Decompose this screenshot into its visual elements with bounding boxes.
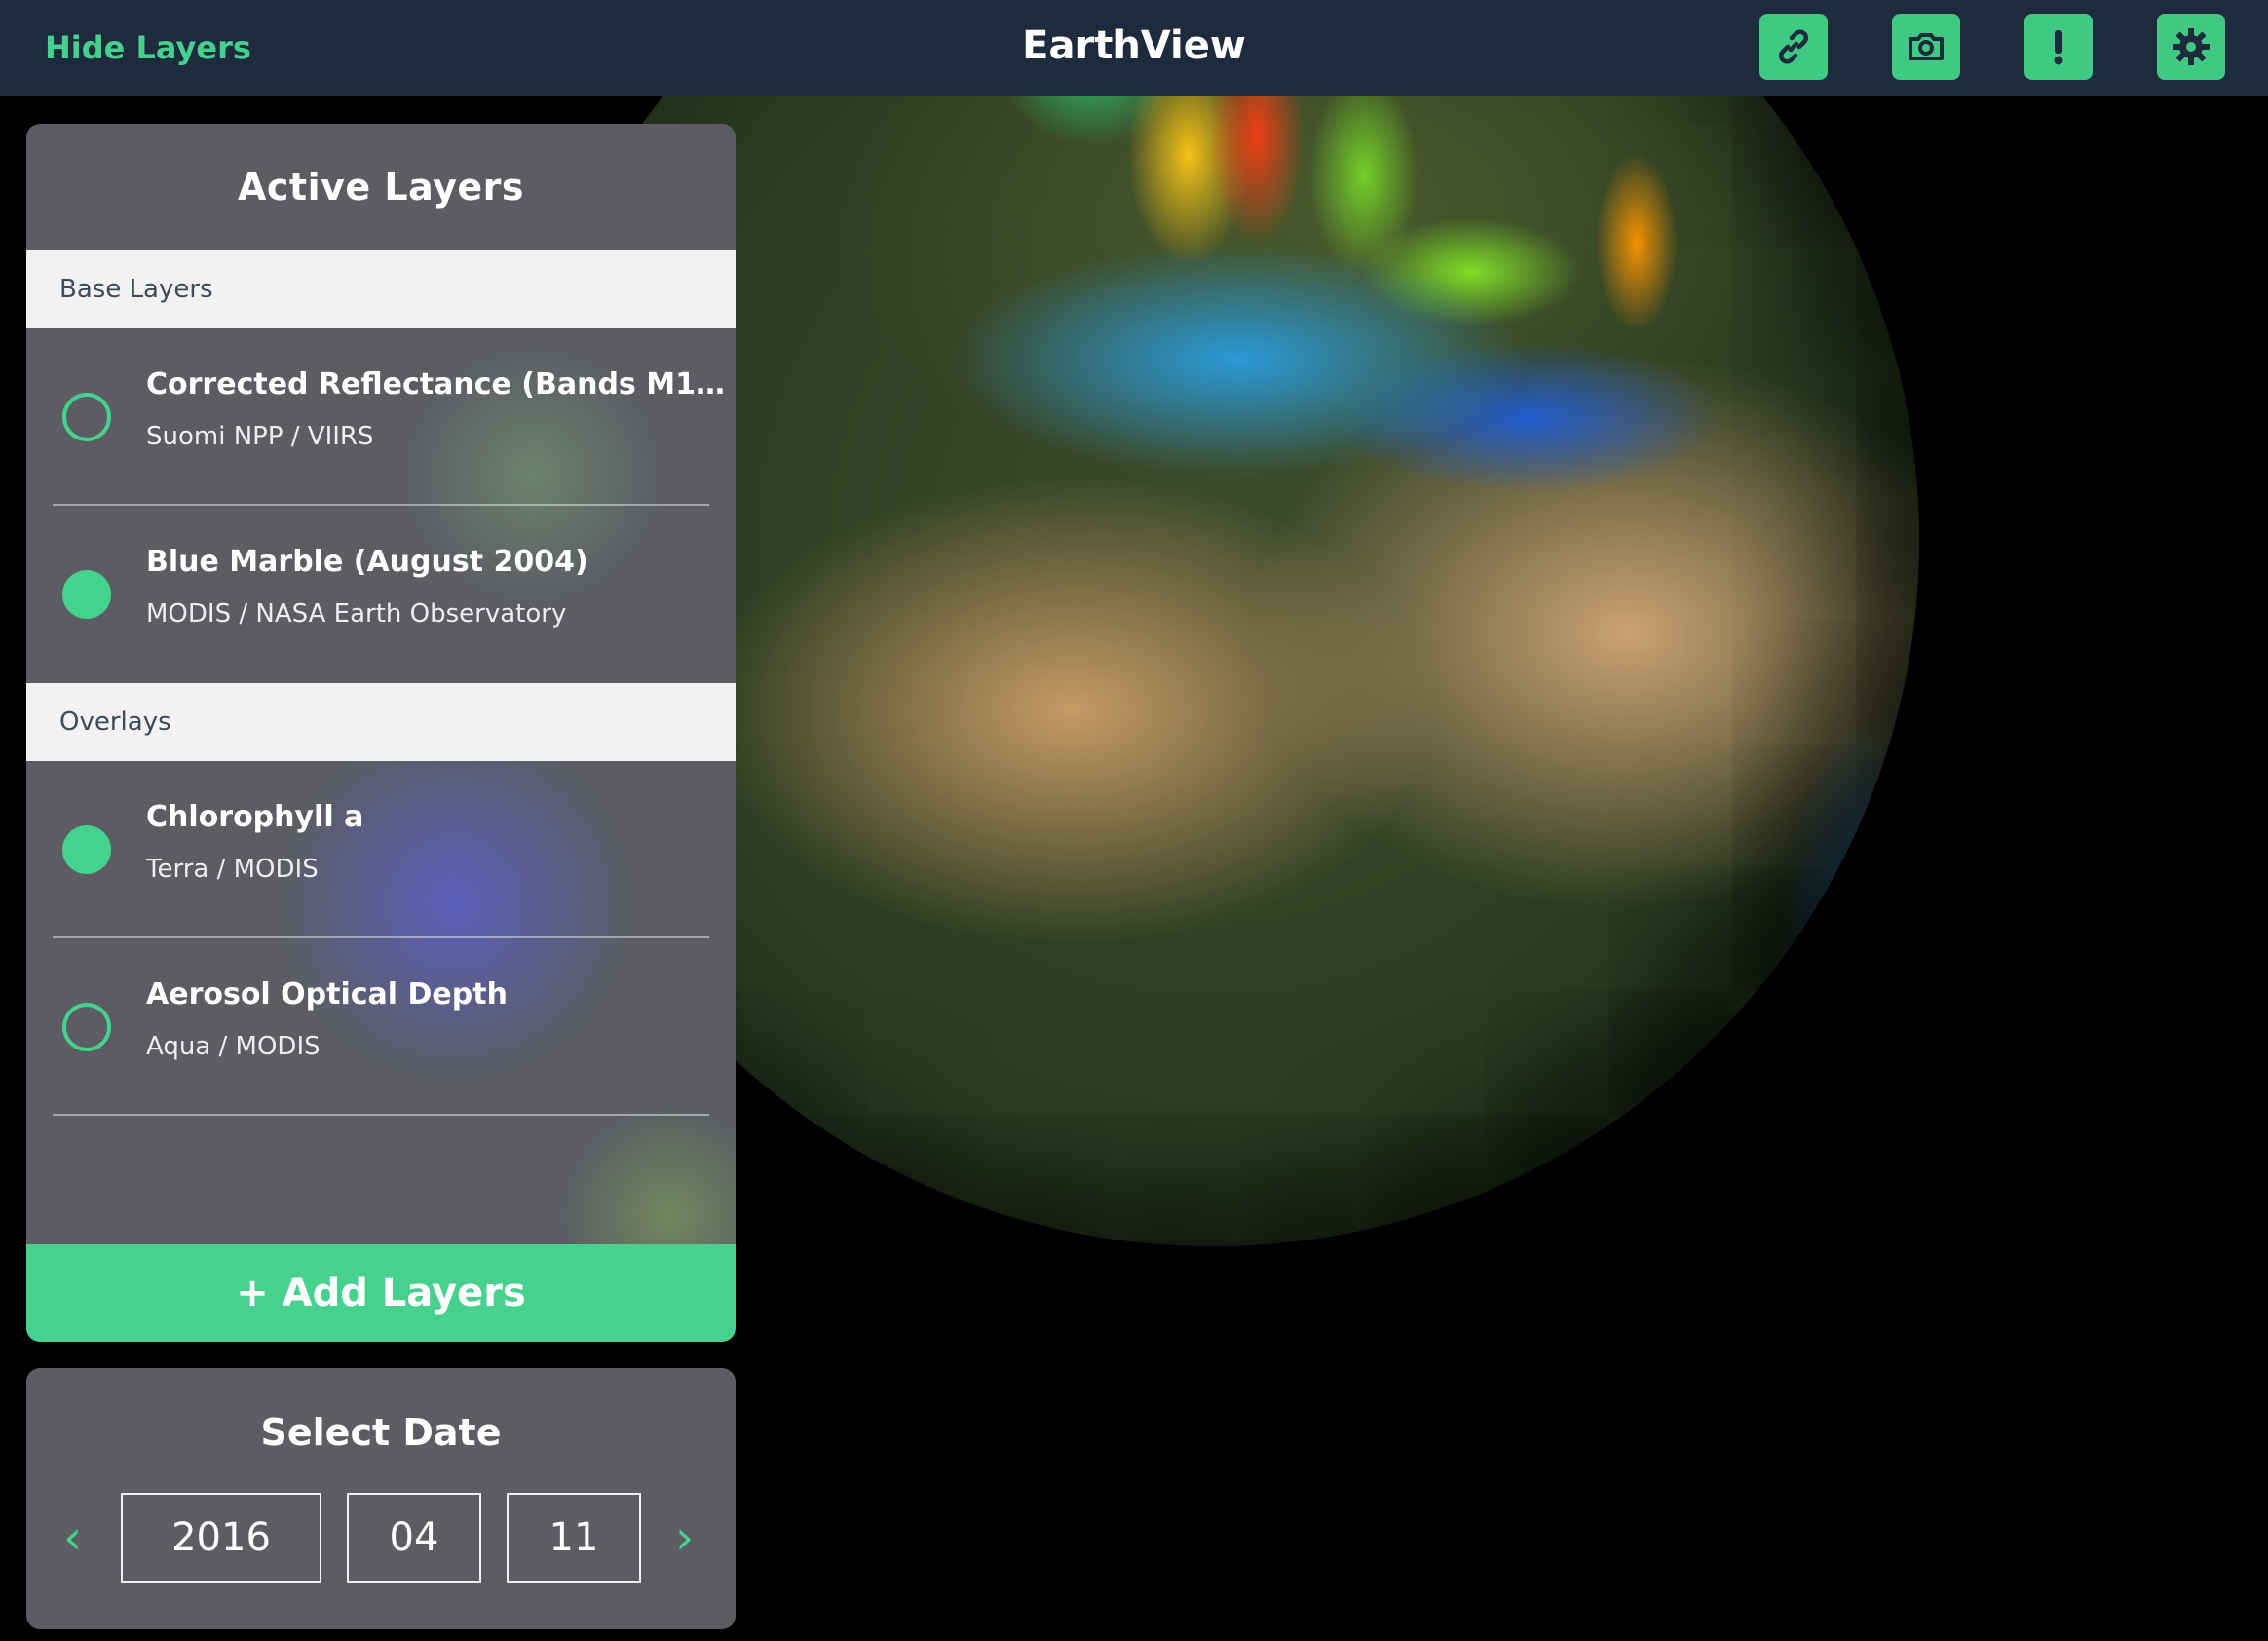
layer-toggle-off[interactable] (62, 1003, 111, 1051)
layer-title: Blue Marble (August 2004) (146, 545, 588, 579)
layer-toggle-on[interactable] (62, 825, 111, 874)
add-layers-button[interactable]: + Add Layers (26, 1244, 736, 1342)
layer-item-chlorophyll[interactable]: Chlorophyll a Terra / MODIS (26, 761, 736, 938)
layer-item-corrected-reflectance[interactable]: Corrected Reflectance (Bands M1… Suomi N… (26, 328, 736, 506)
share-link-button[interactable] (1759, 14, 1828, 80)
report-issue-button[interactable] (2024, 14, 2093, 80)
layer-source: Aqua / MODIS (146, 1032, 321, 1061)
layer-title: Chlorophyll a (146, 800, 364, 834)
select-date-panel: Select Date ‹ 2016 04 11 › (26, 1368, 736, 1629)
layer-title: Aerosol Optical Depth (146, 977, 508, 1011)
layer-source: Suomi NPP / VIIRS (146, 422, 374, 451)
month-field[interactable]: 04 (347, 1493, 481, 1583)
layer-toggle-off[interactable] (62, 393, 111, 441)
settings-button[interactable] (2157, 14, 2225, 80)
day-field[interactable]: 11 (507, 1493, 641, 1583)
link-icon (1779, 29, 1808, 64)
layer-source: Terra / MODIS (146, 855, 319, 884)
active-layers-panel: Active Layers Base Layers Corrected Refl… (26, 124, 736, 1342)
overlays-header: Overlays (26, 683, 736, 761)
base-layers-header: Base Layers (26, 250, 736, 328)
layer-source: MODIS / NASA Earth Observatory (146, 599, 567, 629)
layer-title: Corrected Reflectance (Bands M1… (146, 367, 725, 401)
hide-layers-button[interactable]: Hide Layers (45, 29, 251, 66)
layer-item-aerosol[interactable]: Aerosol Optical Depth Aqua / MODIS (26, 938, 736, 1116)
top-bar: Hide Layers EarthView (0, 0, 2268, 96)
layer-toggle-on[interactable] (62, 570, 111, 619)
panel-title: Active Layers (238, 166, 524, 209)
chevron-right-icon[interactable]: › (675, 1510, 694, 1565)
divider (53, 1114, 709, 1116)
layer-item-blue-marble[interactable]: Blue Marble (August 2004) MODIS / NASA E… (26, 506, 736, 683)
gear-icon (2173, 28, 2210, 65)
year-field[interactable]: 2016 (121, 1493, 321, 1583)
exclamation-icon (2054, 30, 2063, 65)
screenshot-button[interactable] (1892, 14, 1960, 80)
camera-icon (1909, 33, 1944, 60)
chevron-left-icon[interactable]: ‹ (63, 1510, 82, 1565)
date-panel-title: Select Date (260, 1411, 502, 1454)
